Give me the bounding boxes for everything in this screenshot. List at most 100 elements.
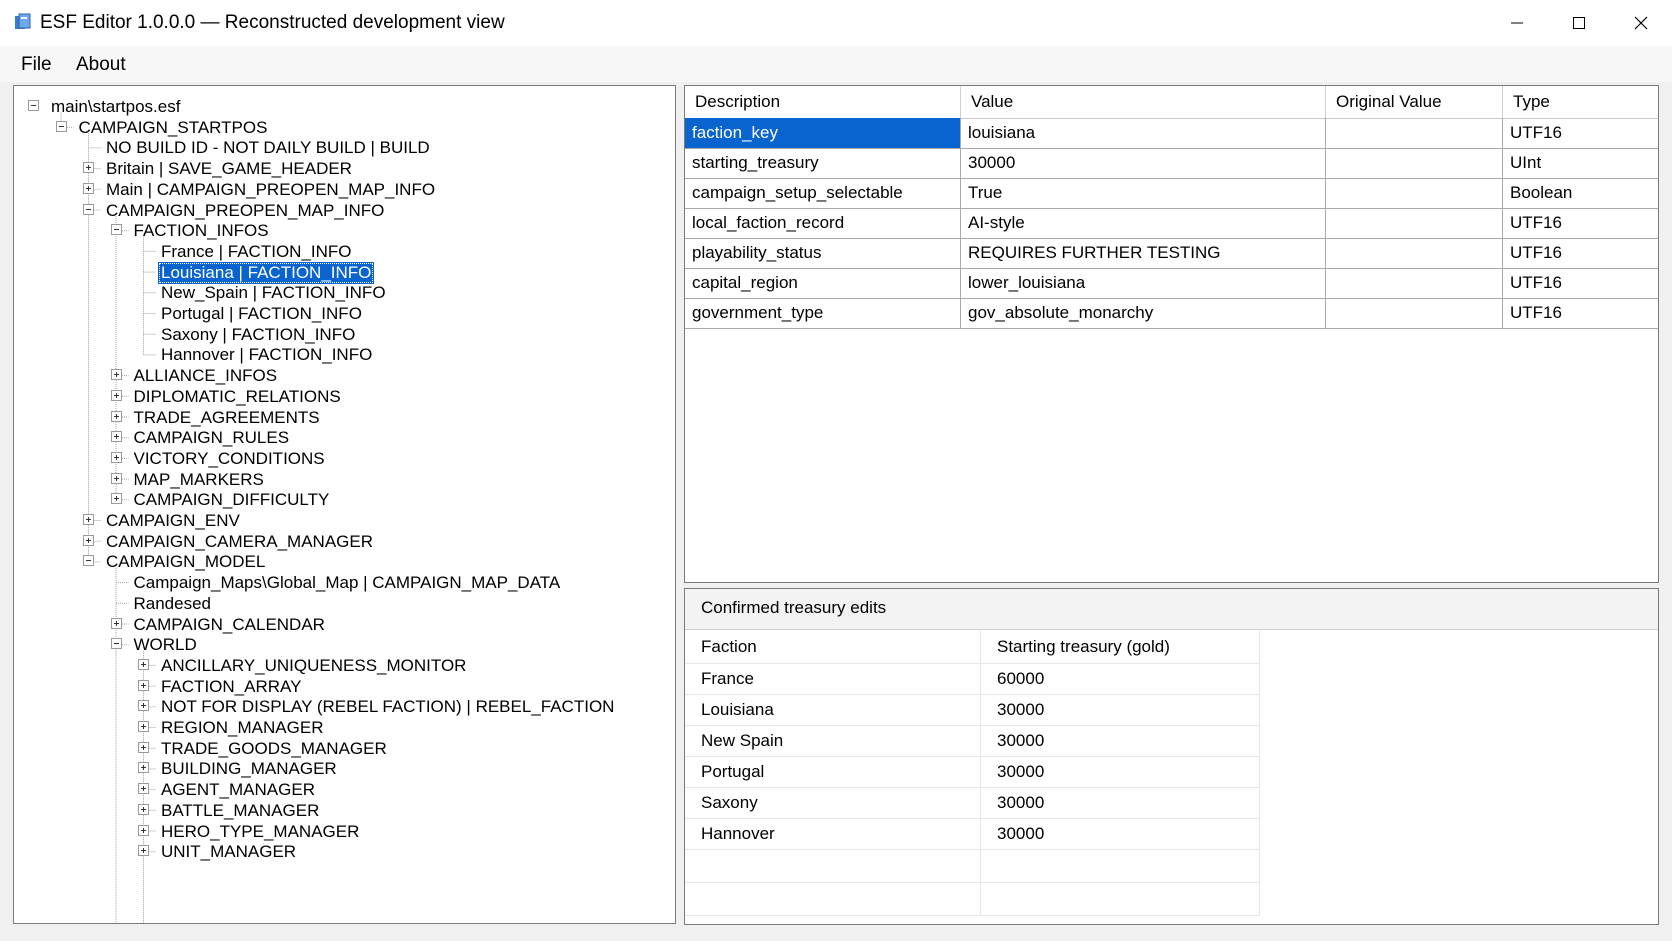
expand-icon[interactable]	[110, 493, 122, 505]
tree-node-label[interactable]: UNIT_MANAGER	[158, 841, 299, 863]
treasury-row[interactable]: Louisiana 30000	[685, 695, 1260, 726]
tree-node-label[interactable]: France | FACTION_INFO	[158, 241, 355, 263]
tree-node-label[interactable]: REGION_MANAGER	[158, 717, 326, 739]
expand-icon[interactable]	[83, 162, 94, 174]
tree-node[interactable]: CAMPAIGN_STARTPOS	[14, 117, 674, 139]
maximize-button[interactable]	[1548, 0, 1610, 46]
tree-node[interactable]: BATTLE_MANAGER	[14, 800, 674, 822]
grid-cell-type[interactable]: UTF16	[1503, 298, 1658, 328]
tree-node[interactable]: BUILDING_MANAGER	[14, 758, 674, 780]
tree-node[interactable]: WORLD	[14, 634, 674, 656]
tree-node-label[interactable]: New_Spain | FACTION_INFO	[158, 282, 389, 304]
tree-node[interactable]: CAMPAIGN_PREOPEN_MAP_INFO	[14, 200, 674, 222]
tree-node-label[interactable]: AGENT_MANAGER	[158, 779, 318, 801]
collapse-icon[interactable]	[83, 555, 94, 567]
tree-node-label[interactable]: Hannover | FACTION_INFO	[158, 344, 375, 366]
esf-tree-view[interactable]: main\startpos.esf CAMPAIGN_STARTPOS NO BUI…	[13, 85, 676, 924]
tree-node-label[interactable]: main\startpos.esf	[48, 96, 183, 118]
tree-node[interactable]: main\startpos.esf	[14, 96, 674, 118]
treasury-cell-faction[interactable]: New Spain	[685, 726, 981, 756]
tree-node[interactable]: Portugal | FACTION_INFO	[14, 303, 674, 325]
grid-cell-type[interactable]: UTF16	[1503, 268, 1658, 298]
grid-row[interactable]: faction_key louisiana UTF16	[685, 118, 1658, 149]
tree-node[interactable]: NOT FOR DISPLAY (REBEL FACTION) | REBEL_…	[14, 696, 674, 718]
grid-cell-type[interactable]: Boolean	[1503, 178, 1658, 208]
tree-node-label[interactable]: WORLD	[131, 634, 200, 656]
tree-node-label[interactable]: Main | CAMPAIGN_PREOPEN_MAP_INFO	[103, 179, 438, 201]
tree-node-label[interactable]: FACTION_INFOS	[131, 220, 272, 242]
expand-icon[interactable]	[138, 783, 149, 795]
tree-node-label[interactable]: ALLIANCE_INFOS	[131, 365, 281, 387]
grid-cell-type[interactable]: UTF16	[1503, 238, 1658, 268]
grid-cell-value[interactable]: lower_louisiana	[961, 268, 1326, 298]
treasury-header-faction[interactable]: Faction	[685, 631, 981, 663]
tree-node[interactable]: Britain | SAVE_GAME_HEADER	[14, 158, 674, 180]
tree-node[interactable]: TRADE_GOODS_MANAGER	[14, 738, 674, 760]
grid-cell-value[interactable]: True	[961, 178, 1326, 208]
grid-cell-original-value[interactable]	[1326, 178, 1503, 208]
expand-icon[interactable]	[110, 472, 122, 484]
tree-node[interactable]: CAMPAIGN_RULES	[14, 427, 674, 449]
tree-node[interactable]: MAP_MARKERS	[14, 469, 674, 491]
expand-icon[interactable]	[138, 721, 149, 732]
treasury-cell-faction[interactable]: Louisiana	[685, 695, 981, 725]
tree-node[interactable]: CAMPAIGN_MODEL	[14, 551, 674, 573]
tree-node-label[interactable]: DIPLOMATIC_RELATIONS	[131, 386, 344, 408]
treasury-header-gold[interactable]: Starting treasury (gold)	[981, 631, 1260, 663]
tree-node[interactable]: TRADE_AGREEMENTS	[14, 407, 674, 429]
tree-node[interactable]: CAMPAIGN_DIFFICULTY	[14, 489, 674, 511]
tree-node[interactable]: HERO_TYPE_MANAGER	[14, 821, 674, 843]
treasury-row[interactable]: Portugal 30000	[685, 757, 1260, 788]
grid-row[interactable]: local_faction_record AI-style UTF16	[685, 208, 1658, 239]
grid-row[interactable]: campaign_setup_selectable True Boolean	[685, 178, 1658, 209]
grid-cell-value[interactable]: 30000	[961, 148, 1326, 178]
tree-node[interactable]: DIPLOMATIC_RELATIONS	[14, 386, 674, 408]
tree-node-label[interactable]: HERO_TYPE_MANAGER	[158, 821, 362, 843]
treasury-cell-gold[interactable]: 30000	[981, 695, 1260, 725]
expand-icon[interactable]	[83, 534, 94, 546]
grid-row[interactable]: playability_status REQUIRES FURTHER TESTI…	[685, 238, 1658, 269]
grid-cell-type[interactable]: UInt	[1503, 148, 1658, 178]
tree-node-label[interactable]: NO BUILD ID - NOT DAILY BUILD | BUILD	[103, 137, 433, 159]
tree-node[interactable]: FACTION_INFOS	[14, 220, 674, 242]
grid-cell-description[interactable]: playability_status	[685, 238, 961, 268]
tree-node[interactable]: VICTORY_CONDITIONS	[14, 448, 674, 470]
tree-node[interactable]: Main | CAMPAIGN_PREOPEN_MAP_INFO	[14, 179, 674, 201]
collapse-icon[interactable]	[55, 120, 67, 132]
grid-cell-original-value[interactable]	[1326, 268, 1503, 298]
expand-icon[interactable]	[110, 431, 122, 443]
tree-node[interactable]: FACTION_ARRAY	[14, 676, 674, 698]
tree-node[interactable]: Randesed	[14, 593, 674, 615]
treasury-cell-faction[interactable]: Portugal	[685, 757, 981, 787]
tree-node[interactable]: UNIT_MANAGER	[14, 841, 674, 863]
tree-node-label[interactable]: Campaign_Maps\Global_Map | CAMPAIGN_MAP_…	[131, 572, 564, 594]
expand-icon[interactable]	[110, 389, 122, 401]
close-button[interactable]	[1610, 0, 1672, 46]
tree-node[interactable]: ALLIANCE_INFOS	[14, 365, 674, 387]
tree-node-label[interactable]: Randesed	[131, 593, 215, 615]
tree-node[interactable]: Hannover | FACTION_INFO	[14, 344, 674, 366]
expand-icon[interactable]	[138, 824, 149, 836]
tree-node-label[interactable]: ANCILLARY_UNIQUENESS_MONITOR	[158, 655, 469, 677]
tree-node-label[interactable]: FACTION_ARRAY	[158, 676, 304, 698]
treasury-row[interactable]: Hannover 30000	[685, 819, 1260, 850]
grid-cell-type[interactable]: UTF16	[1503, 118, 1658, 148]
tree-node-label[interactable]: Louisiana | FACTION_INFO	[158, 261, 375, 284]
collapse-icon[interactable]	[28, 100, 39, 111]
tree-node[interactable]: CAMPAIGN_CAMERA_MANAGER	[14, 531, 674, 553]
tree-node-label[interactable]: TRADE_GOODS_MANAGER	[158, 738, 390, 760]
grid-cell-original-value[interactable]	[1326, 298, 1503, 328]
expand-icon[interactable]	[110, 617, 122, 629]
treasury-table[interactable]: Faction Starting treasury (gold) France 6…	[685, 631, 1260, 916]
grid-cell-value[interactable]: AI-style	[961, 208, 1326, 238]
tree-node[interactable]: ANCILLARY_UNIQUENESS_MONITOR	[14, 655, 674, 677]
grid-cell-value[interactable]: REQUIRES FURTHER TESTING	[961, 238, 1326, 268]
tree-node-label[interactable]: CAMPAIGN_STARTPOS	[76, 117, 271, 139]
tree-node-label[interactable]: CAMPAIGN_CAMERA_MANAGER	[103, 531, 376, 553]
expand-icon[interactable]	[110, 451, 122, 463]
expand-icon[interactable]	[83, 182, 94, 194]
expand-icon[interactable]	[138, 803, 149, 815]
tree-node[interactable]: Campaign_Maps\Global_Map | CAMPAIGN_MAP_…	[14, 572, 674, 594]
treasury-cell-gold[interactable]: 30000	[981, 788, 1260, 818]
tree-node[interactable]: NO BUILD ID - NOT DAILY BUILD | BUILD	[14, 137, 674, 159]
